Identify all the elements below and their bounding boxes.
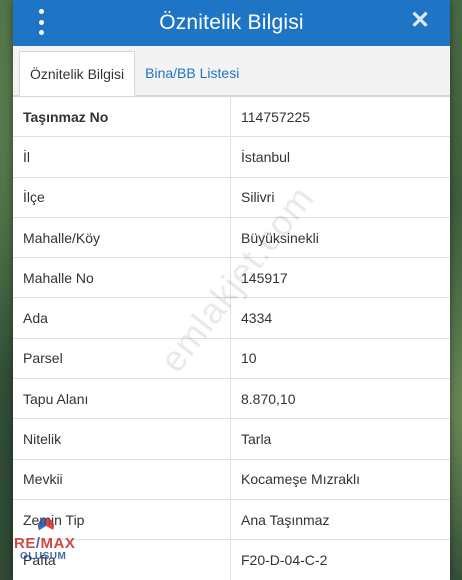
row-key: Tapu Alanı bbox=[13, 379, 231, 419]
table-row: İlçe Silivri bbox=[13, 177, 450, 218]
close-icon[interactable]: ✕ bbox=[406, 7, 434, 35]
row-value: F20-D-04-C-2 bbox=[241, 551, 328, 568]
row-key: İlçe bbox=[13, 177, 231, 217]
tab-attribute-info[interactable]: Öznitelik Bilgisi bbox=[19, 51, 136, 96]
table-row: İl İstanbul bbox=[13, 137, 450, 178]
attribute-table: Taşınmaz No 114757225 İl İstanbul İlçe S… bbox=[13, 96, 450, 580]
row-value: 114757225 bbox=[241, 108, 311, 125]
panel-title: Öznitelik Bilgisi bbox=[159, 11, 304, 34]
row-value: 4334 bbox=[241, 310, 273, 327]
table-row: Tapu Alanı 8.870,10 bbox=[13, 379, 450, 420]
table-row: Ada 4334 bbox=[13, 298, 450, 339]
row-value: İstanbul bbox=[241, 148, 291, 165]
tab-building-list[interactable]: Bina/BB Listesi bbox=[135, 50, 249, 95]
table-row: Pafta F20-D-04-C-2 bbox=[13, 540, 450, 580]
row-value: Tarla bbox=[241, 431, 272, 448]
table-row: Mahalle/Köy Büyüksinekli bbox=[13, 217, 450, 259]
row-key: Pafta bbox=[13, 540, 231, 580]
vertical-dots-icon[interactable] bbox=[36, 9, 46, 35]
row-value: Silivri bbox=[241, 189, 275, 206]
row-value: 10 bbox=[241, 350, 257, 367]
row-value: Ana Taşınmaz bbox=[241, 511, 330, 528]
table-row: Mahalle No 145917 bbox=[13, 258, 450, 299]
panel-titlebar: Öznitelik Bilgisi ✕ bbox=[13, 0, 450, 46]
table-row: Parsel 10 bbox=[13, 338, 450, 380]
row-key: Parsel bbox=[13, 338, 231, 379]
row-value: Kocameşe Mızraklı bbox=[241, 471, 361, 488]
table-row: Mevkii Kocameşe Mızraklı bbox=[13, 459, 450, 500]
row-key: Mahalle No bbox=[13, 258, 231, 298]
row-value: 8.870,10 bbox=[241, 390, 296, 407]
row-key: Ada bbox=[13, 298, 231, 338]
table-row: Taşınmaz No 114757225 bbox=[13, 97, 450, 138]
table-row: Nitelik Tarla bbox=[13, 419, 450, 460]
row-key: Nitelik bbox=[13, 419, 231, 459]
tab-bar: Öznitelik Bilgisi Bina/BB Listesi bbox=[13, 46, 450, 96]
row-key: Mahalle/Köy bbox=[13, 217, 231, 258]
table-row: Zemin Tip Ana Taşınmaz bbox=[13, 499, 450, 541]
row-value: Büyüksinekli bbox=[241, 229, 319, 246]
row-value: 145917 bbox=[241, 269, 288, 286]
attribute-info-panel: Öznitelik Bilgisi ✕ Öznitelik Bilgisi Bi… bbox=[13, 0, 450, 580]
row-key: İl bbox=[13, 137, 231, 177]
row-key: Mevkii bbox=[13, 459, 231, 499]
row-key: Zemin Tip bbox=[13, 499, 231, 540]
row-key: Taşınmaz No bbox=[13, 97, 231, 137]
